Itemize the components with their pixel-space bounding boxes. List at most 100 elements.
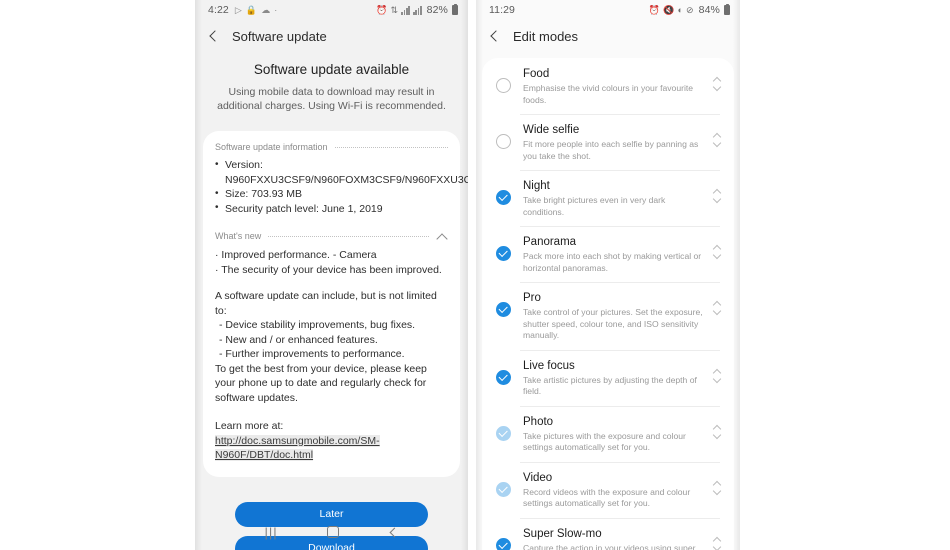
caret-up-icon[interactable] bbox=[436, 230, 448, 242]
checkbox-unchecked-icon[interactable] bbox=[496, 134, 511, 149]
mode-row-video[interactable]: Video Record videos with the exposure and… bbox=[482, 461, 734, 518]
screenshot-root: 4:22 ▷ 🔒 ☁ · ⏰ ⇅ 82% Software update Sof bbox=[0, 0, 950, 550]
checkbox-checked-icon[interactable] bbox=[496, 246, 511, 261]
reorder-chevrons-icon[interactable] bbox=[710, 301, 724, 314]
chevron-up-icon bbox=[713, 537, 721, 542]
cloud-icon: ☁ bbox=[261, 4, 271, 15]
reorder-chevrons-icon[interactable] bbox=[710, 481, 724, 494]
whats-new-line: · Improved performance. - Camera bbox=[215, 249, 377, 261]
alarm-icon: ⏰ bbox=[376, 4, 388, 15]
dotted-divider bbox=[334, 146, 448, 148]
recents-icon[interactable]: ||| bbox=[264, 525, 277, 540]
mode-name: Food bbox=[523, 68, 550, 80]
reorder-chevrons-icon[interactable] bbox=[710, 245, 724, 258]
checkbox-checked-icon[interactable] bbox=[496, 302, 511, 317]
checkbox-unchecked-icon[interactable] bbox=[496, 78, 511, 93]
status-right-icon-group: ⏰ ⇅ 82% bbox=[376, 3, 458, 16]
checkbox-checked-icon[interactable] bbox=[496, 481, 511, 497]
mode-description: Fit more people into each selfie by pann… bbox=[523, 139, 699, 161]
chevron-down-icon bbox=[713, 377, 721, 382]
mode-text: Pro Take control of your pictures. Set th… bbox=[511, 291, 710, 342]
update-available-title: Software update available bbox=[253, 62, 410, 77]
system-nav-bar: ||| bbox=[195, 514, 468, 550]
mode-name: Night bbox=[523, 180, 550, 192]
reorder-chevrons-icon[interactable] bbox=[710, 189, 724, 202]
reorder-chevrons-icon[interactable] bbox=[710, 425, 724, 438]
checkbox-checked-icon[interactable] bbox=[496, 369, 511, 385]
chevron-down-icon bbox=[713, 253, 721, 258]
software-update-information-header: Software update information bbox=[215, 142, 448, 152]
battery-percent: 84% bbox=[698, 4, 720, 16]
checkbox-checked-icon[interactable] bbox=[496, 425, 511, 441]
mode-name: Video bbox=[523, 471, 553, 484]
lock-icon: 🔒 bbox=[245, 4, 258, 15]
chevron-down-icon bbox=[713, 85, 721, 90]
chevron-up-icon bbox=[713, 189, 721, 194]
checkbox-checked-icon[interactable] bbox=[496, 537, 511, 550]
mode-description: Take bright pictures even in very dark c… bbox=[523, 195, 666, 217]
status-bar-left: 4:22 ▷ 🔒 ☁ · ⏰ ⇅ 82% bbox=[195, 0, 468, 20]
checkbox-checked-icon[interactable] bbox=[496, 190, 511, 205]
reorder-chevrons-icon[interactable] bbox=[710, 369, 724, 382]
mode-name: Panorama bbox=[523, 236, 577, 248]
list-item: Version: N960FXXU3CSF9/N960FOXM3CSF9/N96… bbox=[215, 158, 468, 187]
play-icon: ▷ bbox=[234, 4, 242, 15]
mode-row-panorama[interactable]: Panorama Pack more into each shot by maki… bbox=[482, 226, 734, 282]
reorder-chevrons-icon[interactable] bbox=[710, 537, 724, 550]
chevron-up-icon bbox=[713, 301, 721, 306]
mode-row-live-focus[interactable]: Live focus Take artistic pictures by adju… bbox=[482, 349, 734, 406]
mode-row-wide-selfie[interactable]: Wide selfie Fit more people into each sel… bbox=[482, 114, 734, 170]
status-time: 11:29 bbox=[489, 4, 515, 16]
reorder-chevrons-icon[interactable] bbox=[710, 77, 724, 90]
right-bezel-shade bbox=[733, 0, 740, 550]
update-scope-item: - Device stability improvements, bug fix… bbox=[219, 319, 416, 331]
phone-left-software-update: 4:22 ▷ 🔒 ☁ · ⏰ ⇅ 82% Software update Sof bbox=[195, 0, 468, 550]
mode-description: Emphasise the vivid colours in your favo… bbox=[523, 83, 694, 105]
mode-name: Pro bbox=[523, 292, 541, 304]
whats-new-header[interactable]: What's new bbox=[215, 230, 448, 242]
battery-icon bbox=[724, 3, 730, 15]
mode-text: Night Take bright pictures even in very d… bbox=[511, 179, 710, 218]
status-right-icon-group: ⏰ 🔇 ◐ ⊘ 84% bbox=[648, 3, 730, 16]
app-bar-left: Software update bbox=[195, 20, 468, 52]
mode-row-night[interactable]: Night Take bright pictures even in very d… bbox=[482, 170, 734, 226]
learn-more-link[interactable]: http://doc.samsungmobile.com/SM-N960F/DB… bbox=[215, 434, 380, 461]
phone-right-edit-modes: 11:29 ⏰ 🔇 ◐ ⊘ 84% Edit modes Food Emphasi… bbox=[476, 0, 740, 550]
chevron-down-icon bbox=[713, 489, 721, 494]
mode-name: Super Slow-mo bbox=[523, 527, 602, 540]
back-chevron-icon[interactable] bbox=[488, 29, 502, 43]
data-saver-icon: ⇅ bbox=[390, 4, 399, 15]
learn-more-block: Learn more at: http://doc.samsungmobile.… bbox=[215, 419, 448, 463]
chevron-up-icon bbox=[713, 481, 721, 486]
section-label: Software update information bbox=[215, 142, 328, 152]
signal-bars-icon bbox=[401, 5, 410, 15]
reorder-chevrons-icon[interactable] bbox=[710, 133, 724, 146]
mode-description: Record videos with the exposure and colo… bbox=[523, 486, 691, 509]
whats-new-section: What's new · Improved performance. - Cam… bbox=[215, 230, 448, 463]
back-icon[interactable] bbox=[388, 527, 399, 538]
update-scope-outro: To get the best from your device, please… bbox=[215, 362, 427, 404]
mode-row-photo[interactable]: Photo Take pictures with the exposure and… bbox=[482, 405, 734, 462]
mode-row-pro[interactable]: Pro Take control of your pictures. Set th… bbox=[482, 282, 734, 350]
mode-text: Super Slow-mo Capture the action in your … bbox=[511, 527, 710, 550]
alarm-icon: ⏰ bbox=[648, 4, 661, 15]
chevron-up-icon bbox=[713, 369, 721, 374]
chevron-down-icon bbox=[713, 197, 721, 202]
mode-row-food[interactable]: Food Emphasise the vivid colours in your … bbox=[482, 58, 734, 114]
dot-icon: · bbox=[274, 5, 278, 15]
mode-description: Take pictures with the exposure and colo… bbox=[523, 430, 686, 453]
battery-percent: 82% bbox=[426, 4, 448, 16]
mode-description: Capture the action in your videos using … bbox=[523, 542, 696, 550]
mode-row-super-slow-mo[interactable]: Super Slow-mo Capture the action in your … bbox=[482, 517, 734, 550]
signal-bars-icon-2 bbox=[412, 5, 422, 15]
home-icon[interactable] bbox=[326, 526, 339, 538]
update-available-subtitle: Using mobile data to download may result… bbox=[217, 86, 446, 112]
update-info-card: Software update information Version: N96… bbox=[203, 131, 468, 477]
camera-modes-list[interactable]: Food Emphasise the vivid colours in your … bbox=[482, 58, 734, 550]
mode-description: Pack more into each shot by making verti… bbox=[523, 251, 702, 273]
back-chevron-icon[interactable] bbox=[207, 29, 221, 43]
chevron-down-icon bbox=[713, 433, 721, 438]
update-header: Software update available Using mobile d… bbox=[195, 52, 468, 113]
mode-text: Photo Take pictures with the exposure and… bbox=[511, 415, 710, 454]
status-bar-right: 11:29 ⏰ 🔇 ◐ ⊘ 84% bbox=[476, 0, 740, 20]
